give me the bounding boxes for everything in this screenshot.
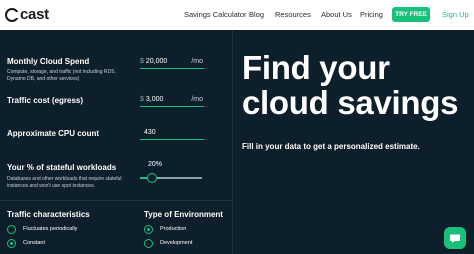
monthly-spend-label: Monthly Cloud Spend [7, 57, 90, 66]
nav-savings-calculator[interactable]: Savings Calculator [184, 10, 247, 19]
logo-ring-icon [5, 7, 20, 22]
radio-constant[interactable] [7, 239, 16, 248]
cpu-count-input[interactable]: 430 [140, 129, 204, 140]
traffic-cost-value: 3,000 [145, 96, 164, 103]
cast-logo[interactable]: cast [5, 6, 49, 23]
nav-about-us[interactable]: About Us [321, 10, 352, 19]
monthly-spend-input[interactable]: $20,000 /mo [140, 58, 204, 69]
chat-widget-button[interactable] [444, 227, 466, 249]
traffic-characteristics-label: Traffic characteristics [7, 210, 90, 219]
try-free-button[interactable]: TRY FREE [392, 7, 430, 22]
chat-icon [450, 234, 460, 243]
stateful-description: Databases and other workloads that requi… [7, 176, 122, 189]
radio-production[interactable] [144, 225, 153, 234]
monthly-spend-value: 20,000 [145, 58, 168, 65]
headline-line-1: Find your [242, 49, 390, 86]
top-nav-bar: cast Savings Calculator Blog Resources A… [0, 0, 474, 30]
nav-resources[interactable]: Resources [275, 10, 311, 19]
per-month-unit: /mo [191, 96, 203, 103]
per-month-unit: /mo [191, 58, 203, 65]
radio-fluctuates[interactable] [7, 225, 16, 234]
logo-text: cast [20, 6, 49, 23]
cpu-count-value: 430 [144, 129, 156, 136]
hero-headline: Find your cloud savings [242, 50, 458, 120]
radio-development[interactable] [144, 239, 153, 248]
column-divider [232, 30, 233, 254]
radio-development-label: Development [160, 240, 193, 246]
headline-line-2: cloud savings [242, 84, 459, 121]
environment-label: Type of Environment [144, 210, 223, 219]
currency-prefix: $ [140, 58, 144, 65]
radio-constant-label: Constant [23, 240, 46, 246]
currency-prefix: $ [140, 96, 144, 103]
stateful-value: 20% [148, 161, 163, 168]
section-divider [0, 200, 232, 201]
stateful-slider-thumb[interactable] [147, 173, 158, 183]
traffic-cost-input[interactable]: $3,000 /mo [140, 96, 204, 107]
sign-up-link[interactable]: Sign Up [442, 10, 469, 19]
radio-production-label: Production [160, 226, 187, 232]
nav-blog[interactable]: Blog [249, 10, 264, 19]
radio-fluctuates-label: Fluctuates periodically [23, 226, 78, 232]
nav-pricing[interactable]: Pricing [360, 10, 383, 19]
stateful-label: Your % of stateful workloads [7, 163, 117, 172]
monthly-spend-description: Compute, storage, and traffic (not inclu… [7, 69, 116, 82]
cpu-count-label: Approximate CPU count [7, 129, 100, 138]
traffic-cost-label: Traffic cost (egress) [7, 96, 84, 105]
hero-subline: Fill in your data to get a personalized … [242, 142, 420, 151]
hero-section: Monthly Cloud Spend Compute, storage, an… [0, 30, 474, 254]
